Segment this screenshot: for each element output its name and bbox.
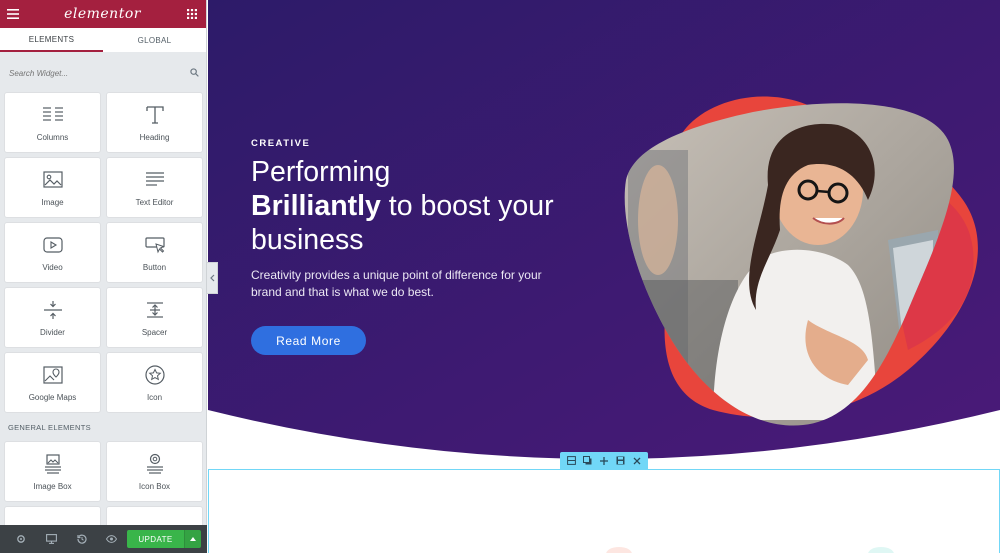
widget-image[interactable]: Image <box>5 158 100 217</box>
widget-google-maps[interactable]: Google Maps <box>5 353 100 412</box>
widget-label: Text Editor <box>135 197 174 207</box>
search-icon <box>190 64 199 82</box>
section-structure-icon[interactable] <box>564 454 578 468</box>
tab-global[interactable]: GLOBAL <box>103 28 206 52</box>
sidebar-footer: UPDATE <box>0 525 207 553</box>
widget-label: Icon Box <box>138 481 171 491</box>
close-icon[interactable] <box>630 454 644 468</box>
star-icon <box>144 364 165 385</box>
sidebar-header: elementor <box>0 0 206 28</box>
widget-video[interactable]: Video <box>5 223 100 282</box>
preview-eye-icon[interactable] <box>97 525 127 553</box>
widget-label: Button <box>142 262 167 272</box>
general-elements-heading: GENERAL ELEMENTS <box>8 423 91 432</box>
apps-grid-icon[interactable] <box>185 7 199 21</box>
elementor-logo: elementor <box>64 6 141 22</box>
settings-gear-icon[interactable] <box>6 525 36 553</box>
widget-text-editor[interactable]: Text Editor <box>107 158 202 217</box>
collapse-panel-handle[interactable] <box>207 262 218 294</box>
widget-spacer[interactable]: Spacer <box>107 288 202 347</box>
icon-box-icon <box>146 453 163 474</box>
widget-divider[interactable]: Divider <box>5 288 100 347</box>
section-handle-toolbar <box>560 452 648 469</box>
headline-line-1: Performing <box>251 156 391 188</box>
caret-up-icon[interactable] <box>184 530 201 548</box>
widget-search <box>0 52 206 94</box>
sidebar-tabs: ELEMENTS GLOBAL <box>0 28 206 52</box>
headline-bold-word: Brilliantly <box>251 190 381 222</box>
divider-icon <box>43 300 62 319</box>
read-more-button[interactable]: Read More <box>251 326 366 355</box>
widget-icon-box[interactable]: Icon Box <box>107 442 202 501</box>
text-editor-icon <box>145 171 164 186</box>
update-button-group: UPDATE <box>127 530 201 548</box>
widget-label: Spacer <box>141 327 168 337</box>
columns-icon <box>42 106 63 121</box>
widgets-panel: Columns Heading Image Text Editor Video <box>5 93 202 553</box>
image-icon <box>42 170 63 188</box>
widget-image-box[interactable]: Image Box <box>5 442 100 501</box>
preview-canvas: CREATIVE Performing Brilliantly to boost… <box>208 0 1000 553</box>
headline-line-3: business <box>251 224 364 256</box>
headline-line-2-rest: to boost your <box>380 190 554 222</box>
widget-label: Video <box>42 262 63 272</box>
responsive-desktop-icon[interactable] <box>36 525 66 553</box>
hero-description: Creativity provides a unique point of di… <box>251 268 542 299</box>
widget-columns[interactable]: Columns <box>5 93 100 152</box>
widget-heading[interactable]: Heading <box>107 93 202 152</box>
widget-icon[interactable]: Icon <box>107 353 202 412</box>
widget-label: Image Box <box>33 481 72 491</box>
widget-button[interactable]: Button <box>107 223 202 282</box>
widget-label: Icon <box>146 392 163 402</box>
hero-section[interactable]: CREATIVE Performing Brilliantly to boost… <box>208 0 1000 470</box>
heading-icon <box>145 105 164 124</box>
image-box-icon <box>44 453 61 474</box>
tab-elements[interactable]: ELEMENTS <box>0 28 103 52</box>
hero-eyebrow: CREATIVE <box>251 138 311 149</box>
widget-label: Image <box>41 197 64 207</box>
button-icon <box>144 236 165 253</box>
add-icon[interactable] <box>597 454 611 468</box>
widget-label: Divider <box>40 327 65 337</box>
basic-widgets-grid: Columns Heading Image Text Editor Video <box>5 93 202 412</box>
search-widget-input[interactable] <box>9 68 169 78</box>
chevron-left-icon <box>209 274 214 282</box>
duplicate-icon[interactable] <box>581 454 595 468</box>
history-icon[interactable] <box>67 525 97 553</box>
widget-label: Heading <box>139 132 170 142</box>
spacer-icon <box>146 301 163 318</box>
save-icon[interactable] <box>613 454 627 468</box>
hamburger-menu-icon[interactable] <box>6 7 20 21</box>
widget-label: Google Maps <box>28 392 77 402</box>
update-button[interactable]: UPDATE <box>127 530 184 548</box>
widget-label: Columns <box>36 132 69 142</box>
editor-sidebar: elementor ELEMENTS GLOBAL Search Widget.… <box>0 0 207 553</box>
elementor-editor: elementor ELEMENTS GLOBAL Search Widget.… <box>0 0 1000 553</box>
google-maps-icon <box>42 365 63 384</box>
empty-section[interactable] <box>208 469 1000 553</box>
hero-text-block: CREATIVE Performing Brilliantly to boost… <box>251 138 611 301</box>
hero-headline: Performing Brilliantly to boost your bus… <box>251 155 611 257</box>
video-icon <box>42 236 63 253</box>
